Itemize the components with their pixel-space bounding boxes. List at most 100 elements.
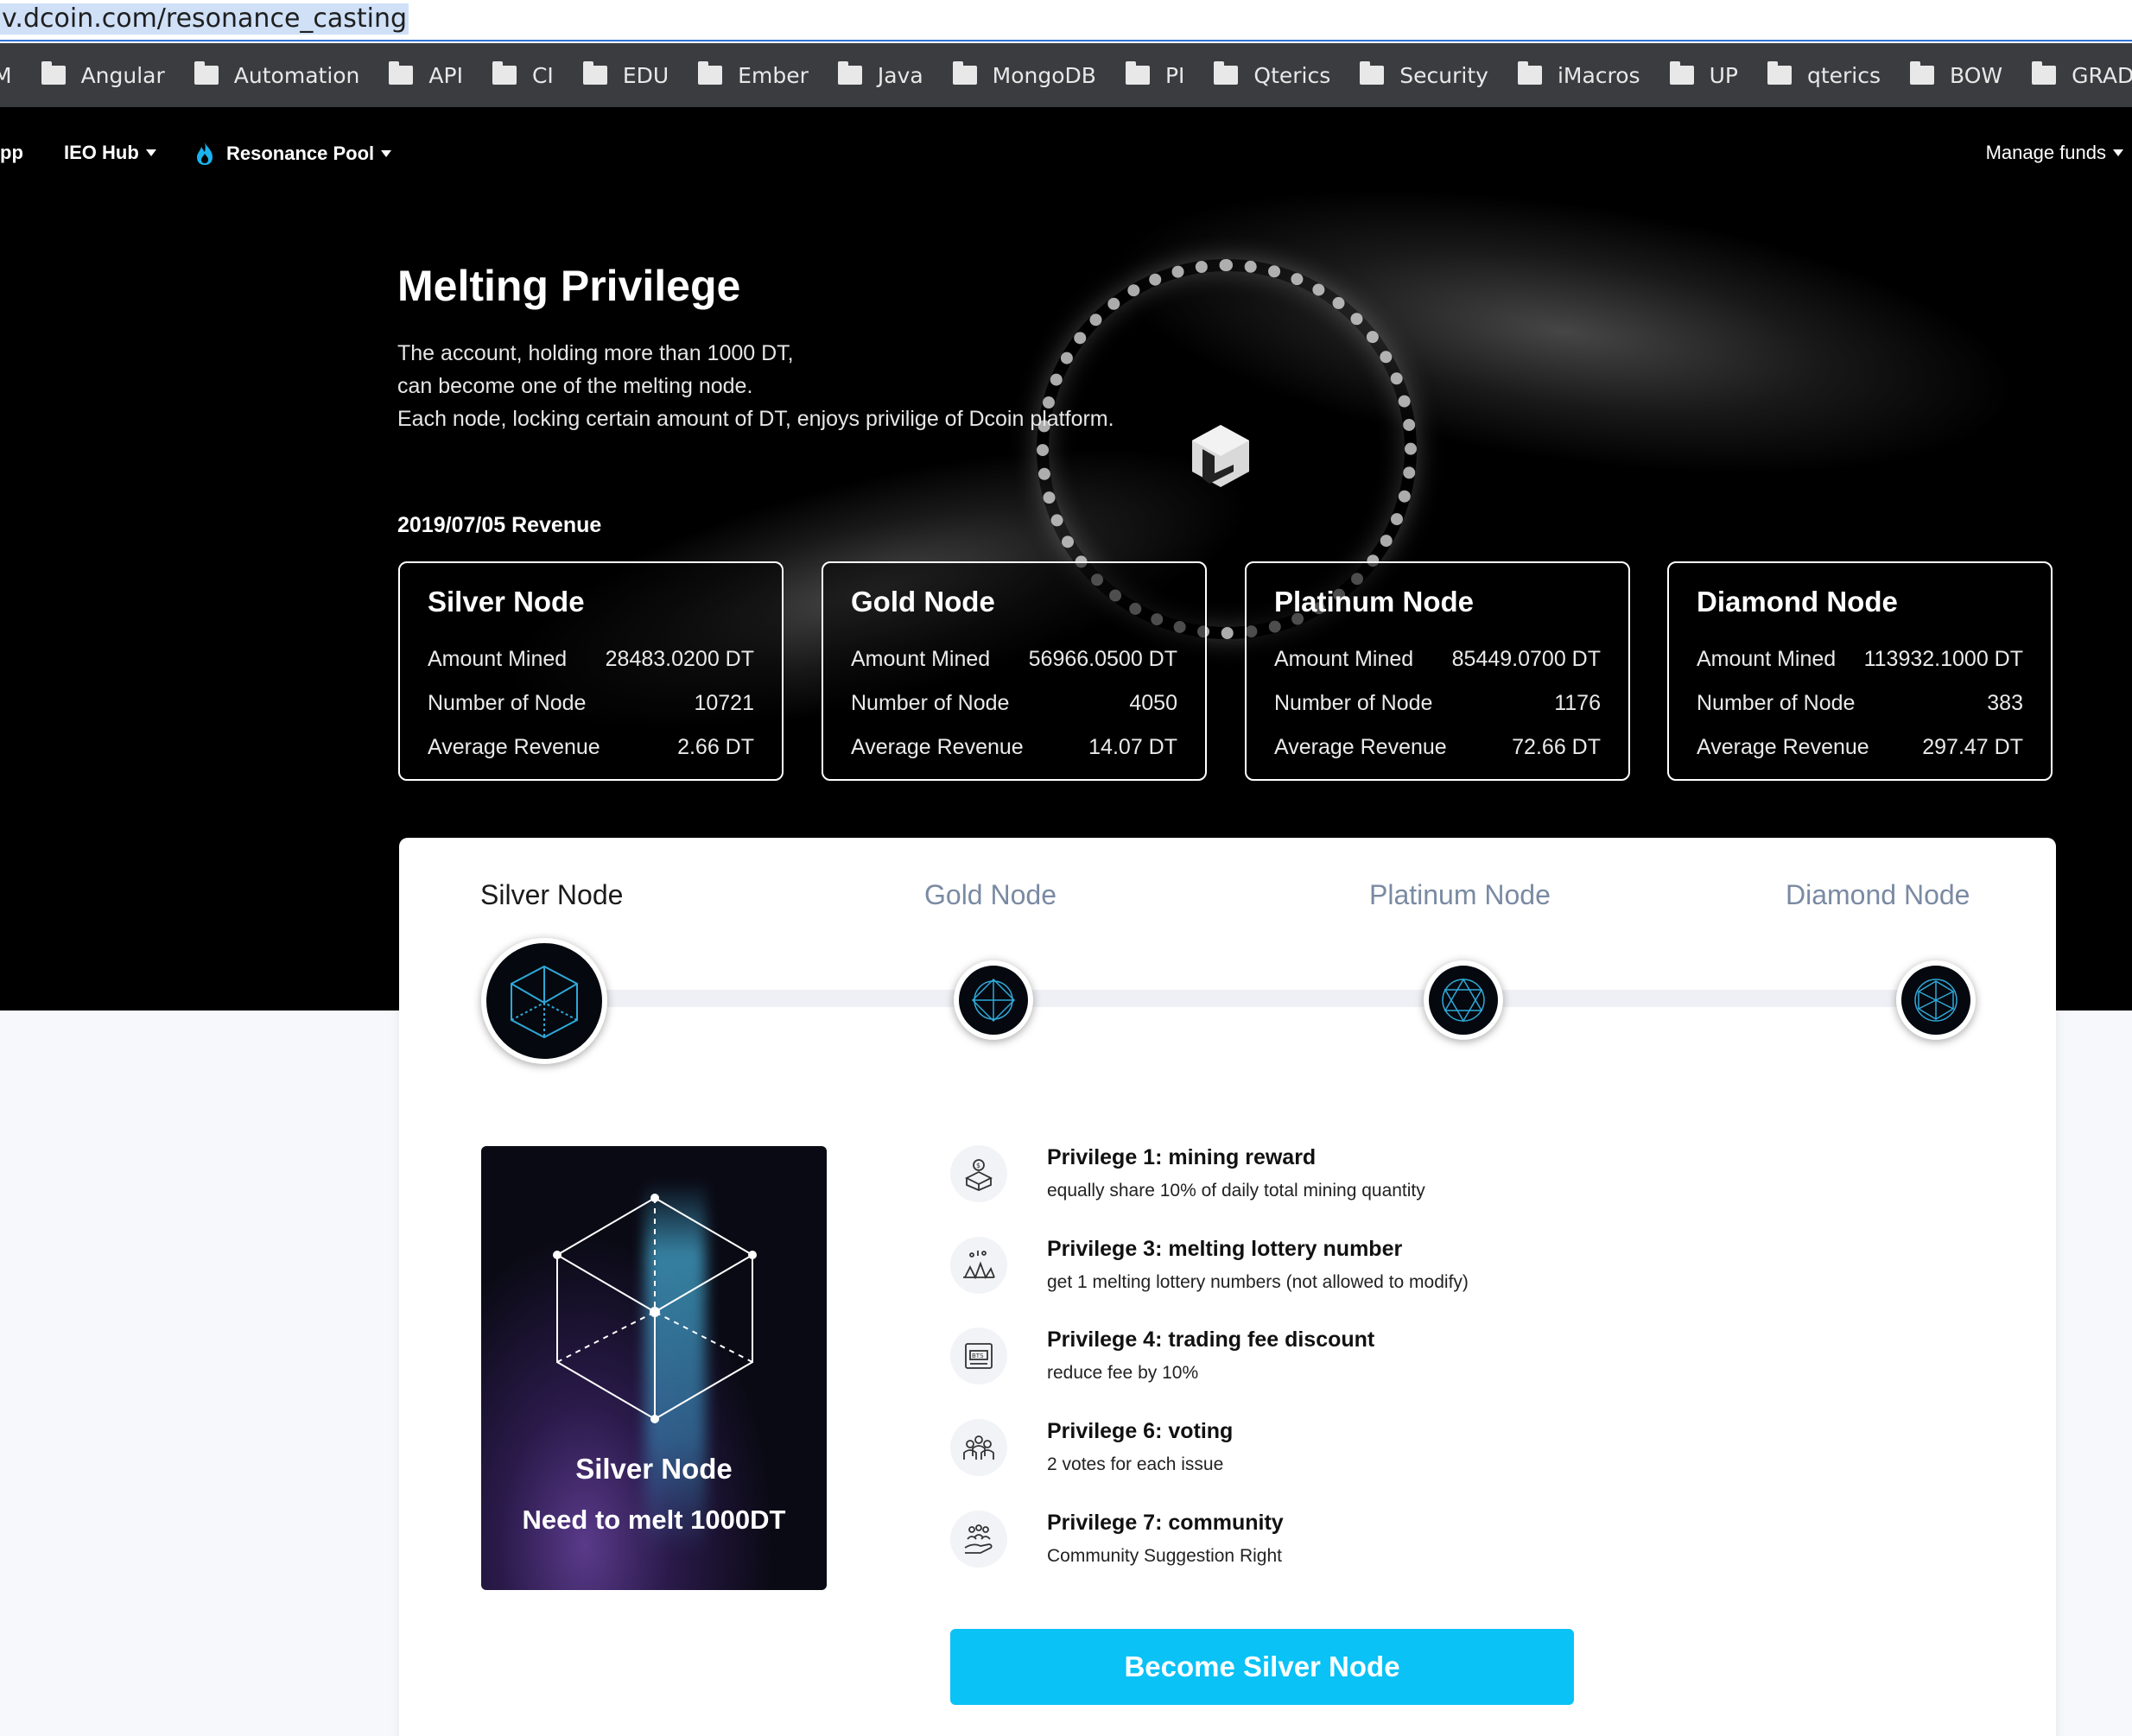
stat-value: 28483.0200 DT <box>605 647 754 671</box>
flame-icon <box>197 143 213 165</box>
privilege-title: Privilege 7: community <box>1047 1511 1284 1535</box>
folder-icon <box>1669 61 1694 85</box>
privilege-description: get 1 melting lottery numbers (not allow… <box>1047 1272 1469 1292</box>
node-card-title: Platinum Node <box>1274 586 1475 618</box>
node-card-gold: Gold Node Amount Mined 56966.0500 DT Numb… <box>822 561 1207 781</box>
stat-row: Average Revenue 2.66 DT <box>428 725 754 770</box>
bookmark-label: PI <box>1164 62 1185 88</box>
privilege-title: Privilege 6: voting <box>1047 1419 1234 1443</box>
hero-description: The account, holding more than 1000 DT, … <box>397 337 1114 435</box>
become-node-button[interactable]: Become Silver Node <box>950 1629 1574 1705</box>
selected-node-title: Silver Node <box>575 1453 733 1485</box>
tab-silver-node[interactable]: Silver Node <box>480 879 623 911</box>
silver-node-cube-icon[interactable] <box>481 938 607 1064</box>
bookmark-security[interactable]: Security <box>1360 61 1488 88</box>
bookmark-ci[interactable]: CI <box>492 61 554 88</box>
tab-platinum-node[interactable]: Platinum Node <box>1369 879 1551 911</box>
nav-manage-funds[interactable]: Manage funds <box>1986 142 2123 164</box>
folder-icon <box>952 61 977 85</box>
bookmark-qterics-2[interactable]: qterics <box>1767 61 1881 88</box>
bookmark-grad[interactable]: GRAD <box>2032 61 2132 88</box>
platinum-node-star-icon[interactable] <box>1424 960 1503 1040</box>
bookmarks-bar: M Angular Automation API CI EDU Ember Ja… <box>0 43 2132 107</box>
node-card-title: Diamond Node <box>1697 586 1898 618</box>
caret-down-icon <box>2113 149 2123 156</box>
stat-row: Amount Mined 56966.0500 DT <box>851 637 1177 681</box>
logo-cube-icon <box>1190 423 1251 489</box>
community-hand-icon <box>950 1511 1007 1568</box>
svg-text:BTS: BTS <box>972 1353 984 1359</box>
bookmark-pi[interactable]: PI <box>1125 61 1185 88</box>
tab-diamond-node[interactable]: Diamond Node <box>1786 879 1970 911</box>
stat-label: Number of Node <box>1274 691 1433 715</box>
bookmark-angular[interactable]: Angular <box>41 61 165 88</box>
stat-value: 56966.0500 DT <box>1028 647 1177 671</box>
bookmark-edu[interactable]: EDU <box>582 61 669 88</box>
bookmark-imacros[interactable]: iMacros <box>1517 61 1640 88</box>
diamond-node-lattice-icon[interactable] <box>1896 960 1976 1040</box>
tab-gold-node[interactable]: Gold Node <box>924 879 1056 911</box>
privilege-title: Privilege 4: trading fee discount <box>1047 1327 1375 1352</box>
stat-label: Average Revenue <box>1697 735 1869 759</box>
stat-value: 383 <box>1987 691 2023 715</box>
url-text[interactable]: v.dcoin.com/resonance_casting <box>0 3 409 35</box>
bookmark-label: iMacros <box>1557 62 1640 88</box>
stat-row: Average Revenue 72.66 DT <box>1274 725 1601 770</box>
bookmark-label: API <box>428 62 463 88</box>
bookmark-label: Automation <box>233 62 360 88</box>
stat-value: 14.07 DT <box>1088 735 1177 759</box>
nav-app[interactable]: pp <box>0 142 23 164</box>
stat-row: Average Revenue 297.47 DT <box>1697 725 2023 770</box>
node-card-silver: Silver Node Amount Mined 28483.0200 DT Nu… <box>398 561 784 781</box>
stat-row: Average Revenue 14.07 DT <box>851 725 1177 770</box>
lottery-icon <box>950 1237 1007 1294</box>
bookmark-label: BOW <box>1950 62 2003 88</box>
stat-value: 85449.0700 DT <box>1451 647 1601 671</box>
revenue-date-label: 2019/07/05 Revenue <box>397 513 602 537</box>
bookmark-qterics[interactable]: Qterics <box>1214 61 1330 88</box>
svg-text:$: $ <box>976 1162 980 1169</box>
top-nav: pp IEO Hub Resonance Pool Manage funds <box>0 107 2132 207</box>
bts-ticket-icon: BTS <box>950 1327 1007 1384</box>
bookmark-mongodb[interactable]: MongoDB <box>952 61 1096 88</box>
stat-label: Average Revenue <box>1274 735 1447 759</box>
bookmark-label: GRAD <box>2072 62 2132 88</box>
stat-label: Amount Mined <box>1274 647 1414 671</box>
stat-row: Amount Mined 28483.0200 DT <box>428 637 754 681</box>
stat-row: Number of Node 1176 <box>1274 681 1601 725</box>
bookmark-m[interactable]: M <box>0 63 12 88</box>
nav-manage-funds-label: Manage funds <box>1985 142 2106 163</box>
privilege-title: Privilege 1: mining reward <box>1047 1145 1317 1169</box>
stat-label: Amount Mined <box>428 647 568 671</box>
bookmark-label: Security <box>1399 62 1488 88</box>
stat-row: Number of Node 383 <box>1697 681 2023 725</box>
nav-ieo-hub[interactable]: IEO Hub <box>64 142 156 164</box>
bookmark-api[interactable]: API <box>389 61 463 88</box>
folder-icon <box>1910 61 1934 85</box>
selected-node-requirement: Need to melt 1000DT <box>522 1505 786 1535</box>
nav-resonance-pool[interactable]: Resonance Pool <box>195 142 392 166</box>
bookmark-up[interactable]: UP <box>1669 61 1738 88</box>
stat-label: Amount Mined <box>851 647 991 671</box>
page-title: Melting Privilege <box>397 262 741 310</box>
folder-icon <box>41 61 66 85</box>
bookmark-automation[interactable]: Automation <box>194 61 360 88</box>
address-bar[interactable]: v.dcoin.com/resonance_casting <box>0 0 2132 41</box>
caret-down-icon <box>145 149 156 156</box>
bookmark-bow[interactable]: BOW <box>1910 61 2003 88</box>
folder-icon <box>1360 61 1385 85</box>
bookmark-label: M <box>0 62 12 88</box>
bookmark-label: Angular <box>80 62 165 88</box>
privilege-item: Privilege 7: community Community Suggest… <box>950 1511 1284 1568</box>
stat-label: Average Revenue <box>428 735 600 759</box>
privilege-item: $ Privilege 1: mining reward equally sha… <box>950 1145 1425 1202</box>
privilege-item: BTS Privilege 4: trading fee discount re… <box>950 1327 1374 1384</box>
folder-icon <box>492 61 517 85</box>
bookmark-ember[interactable]: Ember <box>698 61 809 88</box>
bookmark-java[interactable]: Java <box>837 61 923 88</box>
gold-node-octahedron-icon[interactable] <box>954 960 1033 1040</box>
privilege-description: 2 votes for each issue <box>1047 1454 1224 1474</box>
bookmark-label: Ember <box>738 62 809 88</box>
nav-resonance-pool-label: Resonance Pool <box>226 143 375 164</box>
node-card-platinum: Platinum Node Amount Mined 85449.0700 DT … <box>1245 561 1630 781</box>
